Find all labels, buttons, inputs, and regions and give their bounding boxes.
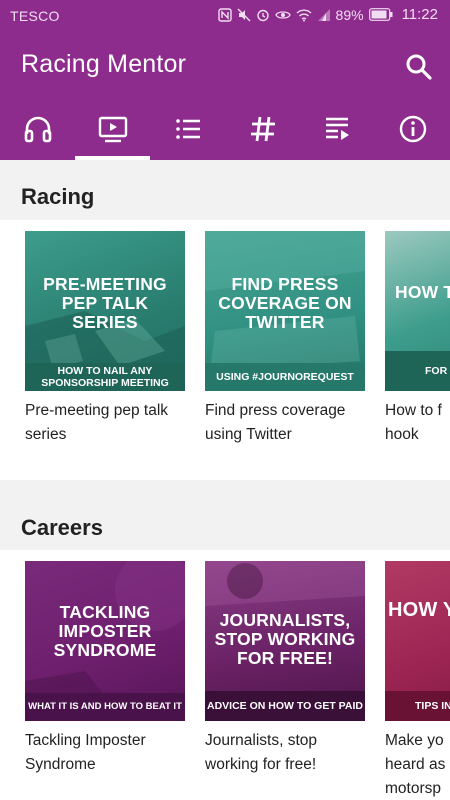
video-title: Tackling Imposter Syndrome [25,732,146,773]
video-card-partial[interactable]: HOW YOU H TIPS IN M [385,561,450,721]
thumbnail-headline: TACKLING IMPOSTER SYNDROME [53,602,157,660]
careers-carousel: TACKLING IMPOSTER SYNDROME WHAT IT IS AN… [0,550,450,800]
playlist-icon [325,117,349,140]
tab-hashtag[interactable] [225,110,300,160]
tab-video[interactable] [75,110,150,160]
mute-icon [237,8,251,22]
wifi-icon [296,8,312,22]
search-button[interactable] [404,52,434,82]
nfc-icon [217,7,232,22]
video-title: Pre-meeting pep talk series [25,402,169,443]
thumbnail-band: USING #JOURNOREQUEST [205,363,365,391]
section-title-racing: Racing [21,184,95,209]
list-icon [175,119,200,139]
tab-info[interactable] [375,110,450,160]
video-title: How to f hook [385,402,442,443]
video-thumbnail: HOW YOU H TIPS IN M [385,561,450,721]
app-title: Racing Mentor [21,50,187,78]
status-bar: TESCO 89% 11:22 [0,0,450,32]
thumbnail-band: FOR AND M [385,351,450,391]
racing-carousel: PRE-MEETING PEP TALK SERIES HOW TO NAIL … [0,220,450,480]
thumbnail-headline: JOURNALISTS, STOP WORKING FOR FREE! [214,610,356,668]
thumbnail-band: WHAT IT IS AND HOW TO BEAT IT [25,693,185,721]
info-icon [399,115,426,143]
clock: 11:22 [401,6,438,23]
signal-icon [317,8,331,22]
battery-icon [368,8,393,21]
tab-audio[interactable] [0,110,75,160]
video-thumbnail: TACKLING IMPOSTER SYNDROME WHAT IT IS AN… [25,561,185,721]
video-thumbnail: FIND PRESS COVERAGE ON TWITTER USING #JO… [205,231,365,391]
tab-bar [0,110,450,160]
thumbnail-band: ADVICE ON HOW TO GET PAID [205,691,365,721]
video-card-partial[interactable]: HOW TO F YOU FOR AND M [385,231,450,391]
headphones-icon [24,116,51,143]
tab-list[interactable] [150,110,225,160]
thumbnail-headline: PRE-MEETING PEP TALK SERIES [43,274,167,332]
section-header-careers: Careers [0,490,450,550]
video-title: Find press coverage using Twitter [205,402,346,443]
battery-percent: 89% [335,6,364,23]
video-icon [98,116,127,143]
thumbnail-headline: HOW YOU H [388,599,450,621]
video-thumbnail: PRE-MEETING PEP TALK SERIES HOW TO NAIL … [25,231,185,391]
carrier-label: TESCO [10,8,60,24]
alarm-icon [256,8,270,22]
app-bar: Racing Mentor [0,32,450,160]
video-title: Journalists, stop working for free! [205,732,317,773]
search-icon [406,54,432,80]
thumbnail-headline: FIND PRESS COVERAGE ON TWITTER [218,274,352,332]
tab-playlist[interactable] [300,110,375,160]
thumbnail-band: TIPS IN M [385,691,450,721]
thumbnail-headline: HOW TO F YOU [395,282,450,302]
video-title: Make yo heard as motorsp [385,732,446,797]
section-header-racing: Racing [0,160,450,220]
video-thumbnail: JOURNALISTS, STOP WORKING FOR FREE! ADVI… [205,561,365,721]
hashtag-icon [250,116,275,142]
section-title-careers: Careers [21,515,103,540]
video-thumbnail: HOW TO F YOU FOR AND M [385,231,450,391]
thumbnail-band: HOW TO NAIL ANY SPONSORSHIP MEETING [25,363,185,391]
eye-icon [274,8,291,22]
